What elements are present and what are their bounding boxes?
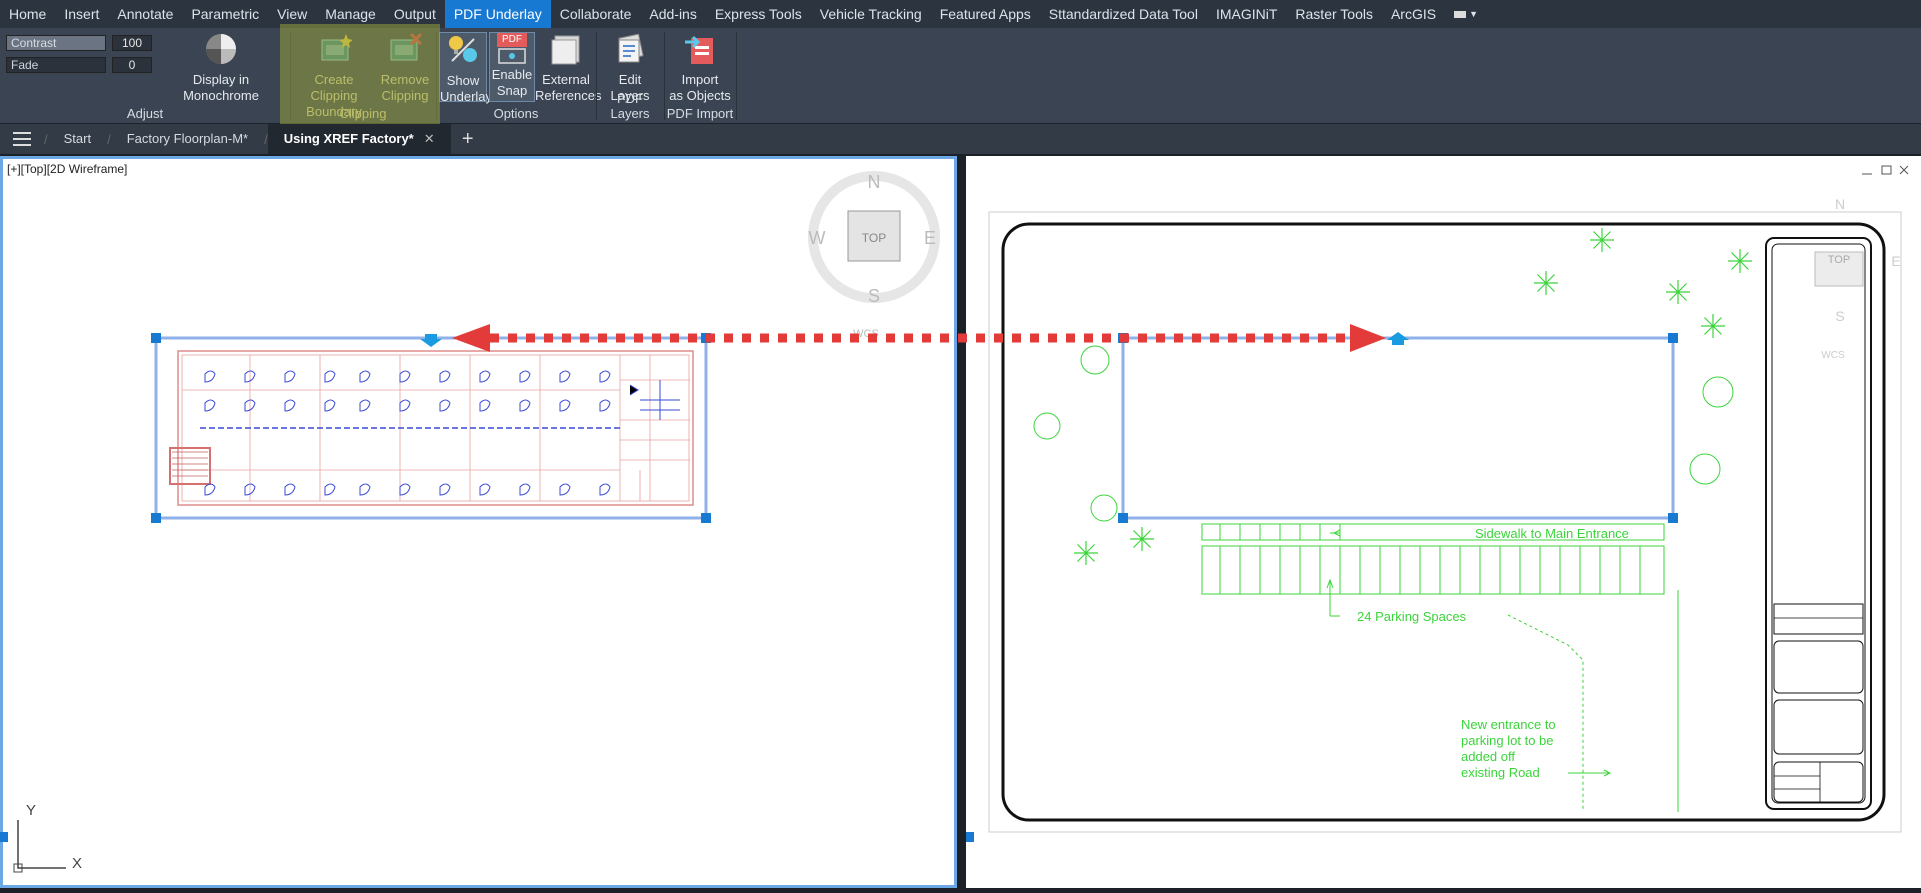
model-viewport-left[interactable]: [+][Top][2D Wireframe]	[0, 156, 957, 888]
monochrome-icon	[156, 32, 286, 70]
external-references-button[interactable]: External References	[535, 32, 602, 104]
ribbon-tab[interactable]: View	[268, 0, 316, 28]
ribbon-tab[interactable]: Insert	[55, 0, 108, 28]
remove-clip-icon	[377, 32, 433, 70]
fade-control[interactable]: Fade 0	[6, 56, 154, 74]
remove-clip-label-2: Clipping	[381, 88, 429, 103]
ribbon-tab-bar: Home Insert Annotate Parametric View Manage Ou…	[0, 0, 1921, 28]
adjust-panel: Contrast 100 Fade 0 Display in Monochrom…	[0, 28, 290, 123]
contrast-control[interactable]: Contrast 100	[6, 34, 154, 52]
pdf-import-panel: Import as Objects PDF Import	[665, 28, 735, 123]
ribbon: Contrast 100 Fade 0 Display in Monochrom…	[0, 28, 1921, 124]
tab-using-xref-factory-label: Using XREF Factory*	[283, 131, 414, 146]
close-tab-icon[interactable]: ✕	[424, 124, 435, 154]
edit-layers-label-1: Edit	[618, 72, 642, 87]
options-panel: Show Underlay PDF Enable Snap External R…	[437, 28, 602, 123]
enable-snap-label-1: Enable	[491, 67, 533, 82]
pdf-import-icon	[667, 32, 733, 70]
fade-value[interactable]: 0	[112, 57, 152, 73]
xref-icon	[535, 32, 597, 70]
create-clip-label-1: Create Clipping	[310, 72, 358, 103]
ribbon-tab[interactable]: Raster Tools	[1286, 0, 1382, 28]
monochrome-label: Display in Monochrome	[183, 72, 259, 103]
ribbon-tab[interactable]: Home	[0, 0, 55, 28]
create-clip-icon	[295, 32, 373, 70]
show-underlay-button[interactable]: Show Underlay	[439, 32, 493, 104]
show-underlay-icon	[440, 33, 486, 71]
layers-icon	[605, 32, 655, 70]
show-underlay-label-2: Underlay	[440, 89, 493, 104]
ribbon-tab[interactable]: IMAGINiT	[1207, 0, 1286, 28]
contrast-slider[interactable]: Contrast	[6, 35, 106, 51]
remove-clip-label-1: Remove	[380, 72, 430, 87]
ribbon-tab[interactable]: Output	[385, 0, 445, 28]
document-tab-strip: / Start / Factory Floorplan-M* / Using X…	[0, 124, 1921, 154]
new-tab-icon[interactable]: +	[451, 128, 485, 151]
import-label-2: as Objects	[669, 88, 731, 103]
model-viewport-right[interactable]	[966, 156, 1921, 888]
clipping-panel: Create Clipping Boundary Remove Clipping…	[291, 28, 435, 123]
ribbon-tab[interactable]: Parametric	[182, 0, 268, 28]
pdf-snap-icon: PDF	[497, 33, 527, 65]
enable-snap-label-2: Snap	[496, 83, 528, 98]
tab-using-xref-factory[interactable]: Using XREF Factory* ✕	[267, 124, 451, 154]
pdf-layers-panel-title: PDF Layers	[610, 91, 650, 121]
ribbon-tab[interactable]: Add-ins	[640, 0, 705, 28]
enable-snap-button[interactable]: PDF Enable Snap	[489, 32, 535, 102]
ribbon-tab[interactable]: Featured Apps	[931, 0, 1040, 28]
tab-start[interactable]: Start	[48, 124, 107, 154]
show-underlay-label-1: Show	[446, 73, 480, 88]
ribbon-tab[interactable]: Collaborate	[551, 0, 641, 28]
hamburger-menu-icon[interactable]	[0, 124, 44, 154]
xref-label-1: External	[542, 72, 590, 87]
remove-clipping-button[interactable]: Remove Clipping	[377, 32, 433, 104]
import-label-1: Import	[681, 72, 719, 87]
tab-factory-floorplan[interactable]: Factory Floorplan-M*	[111, 124, 264, 154]
clipping-panel-title: Clipping	[339, 106, 387, 121]
ribbon-tab[interactable]: Sttandardized Data Tool	[1040, 0, 1207, 28]
options-panel-title: Options	[493, 106, 539, 121]
ribbon-options-dropdown-icon[interactable]: ▼	[1445, 0, 1487, 28]
pdf-badge: PDF	[497, 33, 527, 47]
contrast-value[interactable]: 100	[112, 35, 152, 51]
ribbon-tab[interactable]: Manage	[316, 0, 385, 28]
pdf-layers-panel: Edit Layers PDF Layers	[597, 28, 663, 123]
ribbon-tab[interactable]: Vehicle Tracking	[811, 0, 931, 28]
ribbon-tab[interactable]: Express Tools	[706, 0, 811, 28]
ribbon-tab[interactable]: Annotate	[108, 0, 182, 28]
display-monochrome-button[interactable]: Display in Monochrome	[156, 32, 286, 104]
viewport-controls-label[interactable]: [+][Top][2D Wireframe]	[7, 162, 127, 176]
fade-slider[interactable]: Fade	[6, 57, 106, 73]
adjust-panel-title: Adjust	[126, 106, 164, 121]
xref-label-2: References	[535, 88, 602, 103]
ribbon-tab[interactable]: ArcGIS	[1382, 0, 1445, 28]
import-as-objects-button[interactable]: Import as Objects	[667, 32, 733, 104]
ribbon-tab[interactable]: PDF Underlay	[444, 0, 551, 28]
pdf-import-panel-title: PDF Import	[666, 106, 734, 121]
